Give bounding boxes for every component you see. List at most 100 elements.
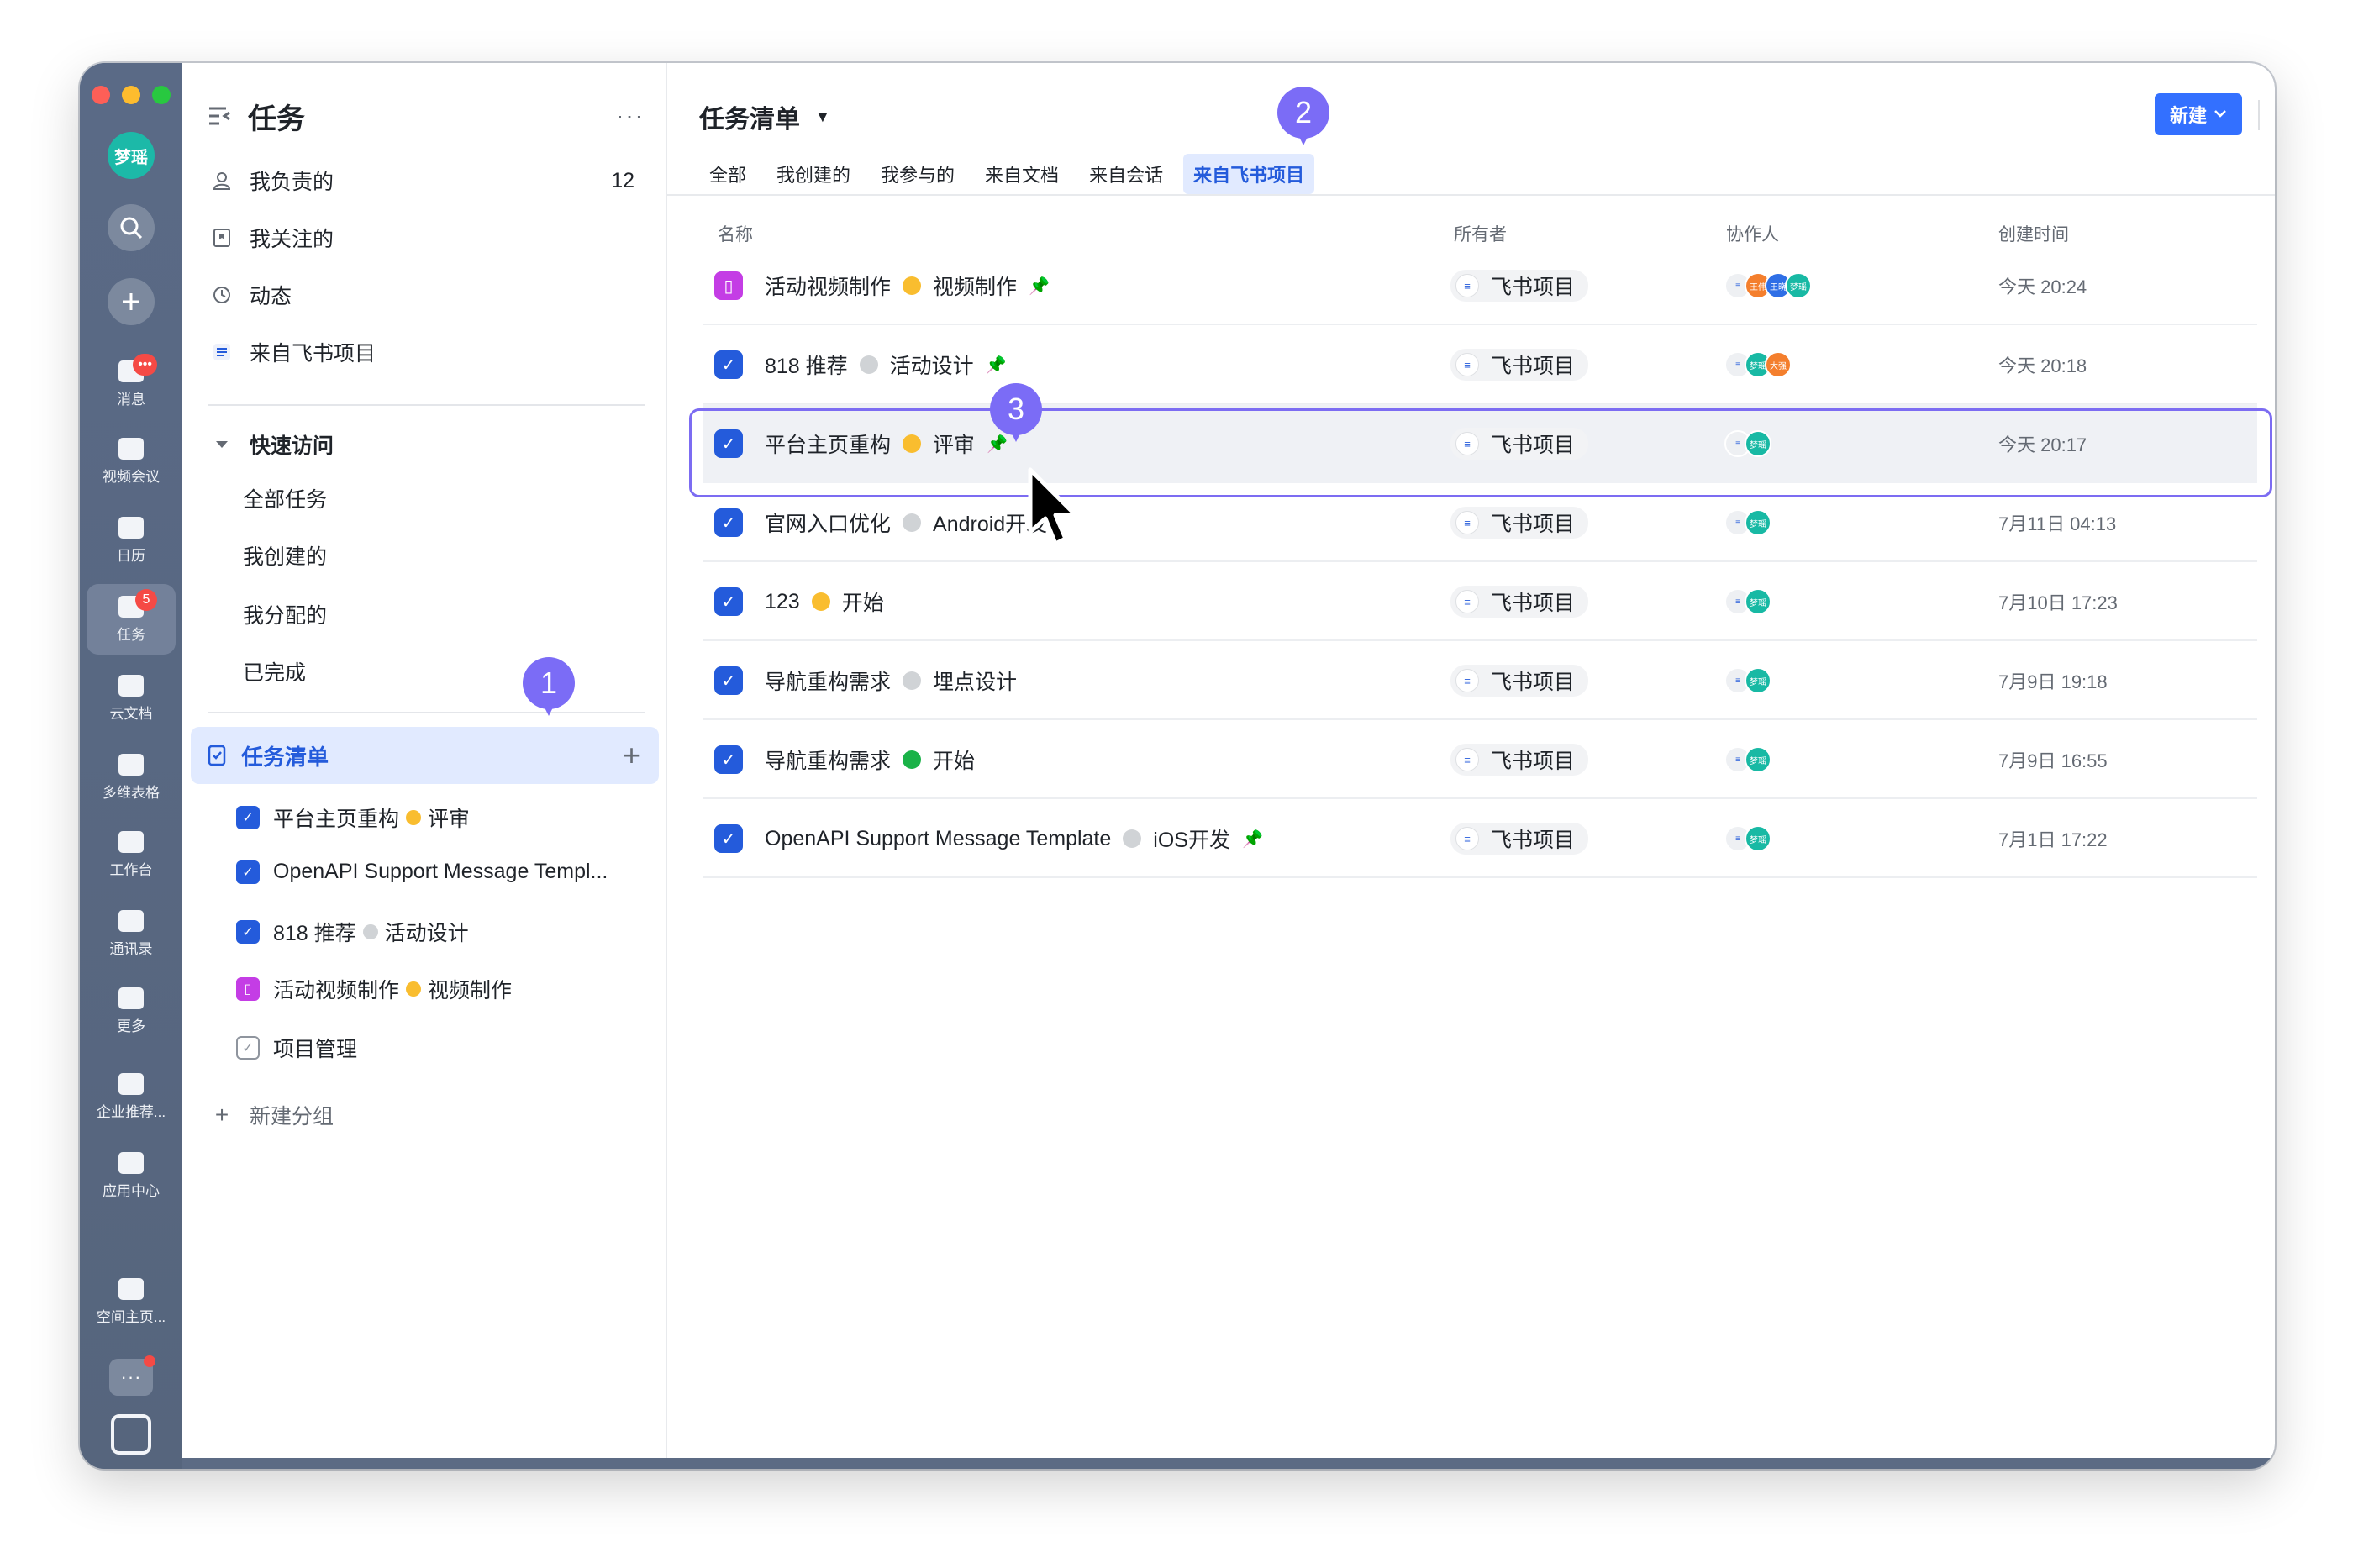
- pin-icon[interactable]: 📌: [986, 355, 1007, 376]
- rail-item-recommend[interactable]: 企业推荐...: [87, 1061, 176, 1132]
- collaborators-cell[interactable]: ≡ 王伟 王晓 梦瑶: [1724, 246, 1812, 325]
- collaborator-avatar[interactable]: 梦瑶: [1745, 667, 1771, 694]
- tab-4[interactable]: 来自会话: [1079, 154, 1173, 194]
- owner-tag[interactable]: ≡ 飞书项目: [1450, 270, 1589, 302]
- quick-access-completed[interactable]: 已完成: [243, 656, 306, 687]
- sidebar-item-from-feishu-project[interactable]: 来自飞书项目: [201, 327, 646, 377]
- task-check-icon: ✓: [714, 824, 743, 853]
- table-row[interactable]: ✓ 123 开始 ≡ 飞书项目 ≡ 梦瑶 7月10日 17:23: [703, 562, 2257, 641]
- task-name[interactable]: 导航重构需求: [765, 666, 891, 696]
- new-task-button[interactable]: 新建: [2155, 93, 2242, 135]
- owner-tag[interactable]: ≡ 飞书项目: [1450, 823, 1589, 855]
- collaborator-avatar[interactable]: 大强: [1765, 351, 1792, 378]
- sidebar-item-following[interactable]: 我关注的: [201, 213, 646, 263]
- rail-item-contacts[interactable]: 通讯录: [87, 898, 176, 969]
- sidebar-item-activity[interactable]: 动态: [201, 270, 646, 320]
- search-icon[interactable]: [108, 204, 155, 251]
- task-name[interactable]: 官网入口优化: [765, 508, 891, 538]
- zoom-window-button[interactable]: [152, 86, 171, 104]
- user-avatar[interactable]: 梦瑶: [108, 132, 155, 179]
- table-row[interactable]: ✓ OpenAPI Support Message Template iOS开发 📌 ≡…: [703, 799, 2257, 878]
- pin-icon[interactable]: 📌: [1029, 276, 1050, 297]
- tasklist-item[interactable]: ✓ 平台主页重构 评审: [236, 802, 470, 833]
- new-group-button[interactable]: + 新建分组: [201, 1090, 646, 1140]
- task-name[interactable]: 活动视频制作: [765, 271, 891, 301]
- owner-tag[interactable]: ≡ 飞书项目: [1450, 349, 1589, 381]
- tasklist-item[interactable]: ✓ 818 推荐 活动设计: [236, 917, 469, 947]
- task-name[interactable]: 818 推荐: [765, 350, 848, 380]
- add-icon[interactable]: [108, 278, 155, 325]
- rail-item-label: 应用中心: [103, 1182, 160, 1199]
- more-icon[interactable]: ···: [616, 103, 645, 129]
- rail-item-workplace[interactable]: 工作台: [87, 819, 176, 890]
- rail-item-label: 多维表格: [103, 784, 160, 801]
- contacts-icon: [118, 909, 144, 932]
- column-header-name[interactable]: 名称: [718, 221, 753, 246]
- rail-item-space-home[interactable]: 空间主页...: [87, 1266, 176, 1337]
- collaborator-avatar[interactable]: 梦瑶: [1745, 509, 1771, 536]
- tasklist-item[interactable]: ✓ OpenAPI Support Message Templ...: [236, 860, 608, 884]
- rail-item-messages[interactable]: 消息 •••: [87, 349, 176, 419]
- rail-item-docs[interactable]: 云文档: [87, 663, 176, 734]
- owner-cell: ≡ 飞书项目: [1450, 325, 1589, 404]
- tab-3[interactable]: 来自文档: [975, 154, 1069, 194]
- tab-0[interactable]: 全部: [699, 154, 756, 194]
- collaborators-cell[interactable]: ≡ 梦瑶: [1724, 799, 1771, 878]
- sidebar-item-tasklists[interactable]: 任务清单 +: [191, 727, 659, 784]
- collaborators-cell[interactable]: ≡ 梦瑶: [1724, 720, 1771, 799]
- collaborator-avatar[interactable]: 梦瑶: [1785, 272, 1812, 299]
- tab-1[interactable]: 我创建的: [766, 154, 861, 194]
- rail-item-base[interactable]: 多维表格: [87, 742, 176, 813]
- quick-access-assigned[interactable]: 我分配的: [243, 599, 327, 629]
- column-header-collaborators[interactable]: 协作人: [1726, 221, 1779, 246]
- owner-tag[interactable]: ≡ 飞书项目: [1450, 586, 1589, 618]
- status-dot: [903, 671, 922, 690]
- owner-tag[interactable]: ≡ 飞书项目: [1450, 744, 1589, 776]
- collaborator-avatar[interactable]: 梦瑶: [1745, 746, 1771, 773]
- tasklist-item[interactable]: ▯ 活动视频制作 视频制作: [236, 974, 512, 1004]
- collaborator-avatar[interactable]: 梦瑶: [1745, 825, 1771, 852]
- task-name[interactable]: 123: [765, 590, 800, 614]
- collaborators-cell[interactable]: ≡ 梦瑶 大强: [1724, 325, 1792, 404]
- quick-access-created[interactable]: 我创建的: [243, 540, 327, 571]
- view-title[interactable]: 任务清单 ▼: [699, 98, 830, 135]
- collaborator-avatar[interactable]: 梦瑶: [1745, 588, 1771, 615]
- task-status: 开始: [933, 750, 976, 773]
- owner-tag[interactable]: ≡ 飞书项目: [1450, 665, 1589, 697]
- tasklist-item[interactable]: ✓ 项目管理: [236, 1033, 357, 1063]
- table-row[interactable]: ✓ 818 推荐 活动设计 📌 ≡ 飞书项目 ≡ 梦瑶 大强 今天 20:18: [703, 325, 2257, 404]
- table-row[interactable]: ✓ 导航重构需求 埋点设计 ≡ 飞书项目 ≡ 梦瑶 7月9日 19:18: [703, 641, 2257, 720]
- step-marker-2: 2: [1277, 87, 1329, 149]
- task-name[interactable]: 导航重构需求: [765, 745, 891, 775]
- docs-icon: [118, 674, 144, 697]
- tab-5[interactable]: 来自飞书项目: [1183, 154, 1315, 194]
- add-tasklist-button[interactable]: +: [623, 738, 640, 773]
- rail-item-more[interactable]: 更多: [87, 976, 176, 1046]
- rail-item-video-meeting[interactable]: 视频会议: [87, 426, 176, 497]
- quick-access-all-tasks[interactable]: 全部任务: [243, 483, 327, 513]
- column-header-owner[interactable]: 所有者: [1454, 221, 1507, 246]
- clock-icon: [211, 284, 233, 306]
- pin-icon[interactable]: 📌: [1242, 829, 1263, 850]
- table-row[interactable]: ✓ 导航重构需求 开始 ≡ 飞书项目 ≡ 梦瑶 7月9日 16:55: [703, 720, 2257, 799]
- minimize-window-button[interactable]: [122, 86, 140, 104]
- owner-tag[interactable]: ≡ 飞书项目: [1450, 507, 1589, 539]
- column-header-created-time[interactable]: 创建时间: [1998, 221, 2069, 246]
- collaborators-cell[interactable]: ≡ 梦瑶: [1724, 562, 1771, 641]
- created-time: 今天 20:18: [1998, 355, 2087, 376]
- tab-2[interactable]: 我参与的: [871, 154, 965, 194]
- rail-item-tasks[interactable]: 任务 5: [87, 584, 176, 655]
- rail-item-calendar[interactable]: 日历: [87, 505, 176, 576]
- tasklist-item-name: 项目管理: [273, 1038, 358, 1061]
- close-window-button[interactable]: [92, 86, 110, 104]
- table-row[interactable]: ▯ 活动视频制作 视频制作 📌 ≡ 飞书项目 ≡ 王伟 王晓 梦瑶 今天 20:24: [703, 246, 2257, 325]
- workspace-switch-icon[interactable]: [111, 1414, 151, 1455]
- collapse-sidebar-icon[interactable]: [208, 105, 231, 127]
- rail-item-app-center[interactable]: 应用中心: [87, 1140, 176, 1211]
- collaborators-cell[interactable]: ≡ 梦瑶: [1724, 641, 1771, 720]
- sidebar-item-assigned-to-me[interactable]: 我负责的 12: [201, 155, 646, 206]
- task-name[interactable]: OpenAPI Support Message Template: [765, 827, 1111, 851]
- quick-access-toggle[interactable]: 快速访问: [201, 419, 646, 470]
- task-status: 埋点设计: [933, 671, 1018, 694]
- task-check-icon: ✓: [714, 587, 743, 616]
